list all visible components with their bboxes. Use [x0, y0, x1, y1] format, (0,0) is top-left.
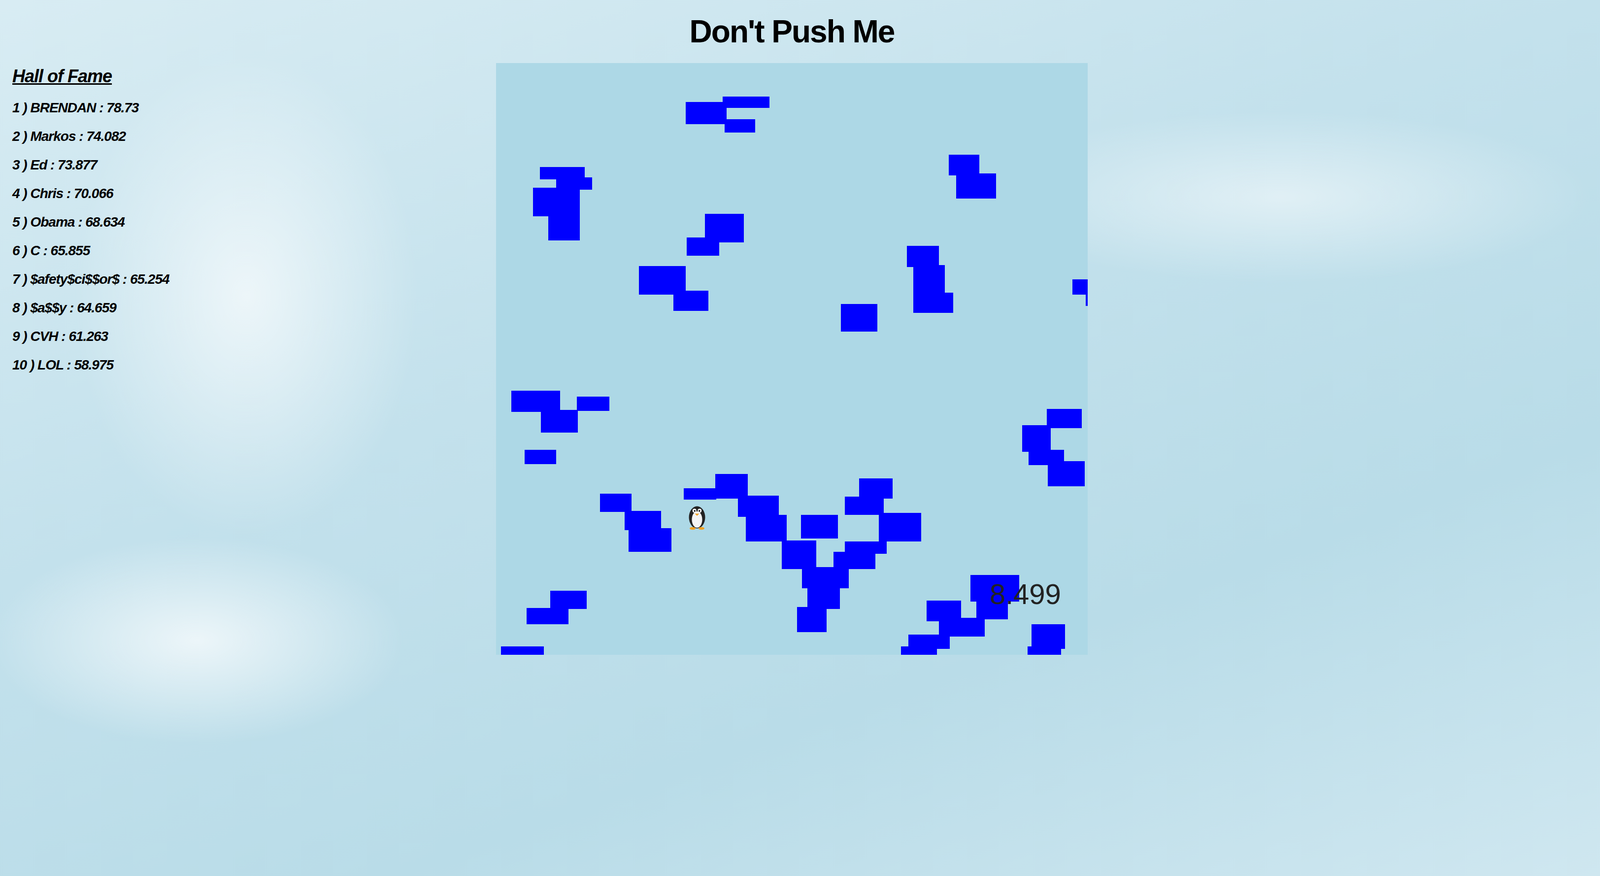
hall-of-fame-entry: 2 ) Markos : 74.082 [12, 122, 497, 151]
ice-block [1046, 408, 1082, 429]
ice-block [548, 213, 580, 241]
ice-block [807, 587, 840, 609]
hall-of-fame-heading: Hall of Fame [12, 66, 497, 87]
ice-block [576, 396, 610, 411]
ice-block [683, 488, 717, 500]
ice-block [722, 96, 770, 108]
penguin-icon[interactable] [682, 500, 712, 531]
ice-block [550, 590, 588, 609]
ice-block [781, 540, 817, 569]
ice-block [628, 528, 672, 552]
ice-block [913, 292, 954, 313]
ice-block [624, 510, 662, 531]
ice-block [913, 265, 945, 294]
hall-of-fame-entry: 9 ) CVH : 61.263 [12, 322, 497, 351]
ice-block [1047, 461, 1085, 487]
ice-block [737, 495, 779, 517]
ice-block [797, 606, 827, 633]
game-board[interactable]: 8.499 [496, 63, 1088, 655]
ice-block [511, 390, 561, 412]
ice-block [948, 154, 980, 175]
ice-block [956, 173, 997, 200]
ice-block [859, 478, 893, 499]
hall-of-fame-entry: 1 ) BRENDAN : 78.73 [12, 93, 497, 123]
ice-block [844, 541, 887, 554]
ice-block [500, 646, 544, 655]
game-title: Don't Push Me [689, 0, 895, 64]
ice-block [1022, 425, 1051, 452]
ice-block [745, 514, 787, 542]
hall-of-fame: Hall of Fame 1 ) BRENDAN : 78.732 ) Marko… [0, 0, 497, 876]
hall-of-fame-entry: 5 ) Obama : 68.634 [12, 207, 497, 237]
game-page: Hall of Fame 1 ) BRENDAN : 78.732 ) Marko… [0, 0, 1600, 876]
ice-block [878, 512, 922, 542]
ice-block [524, 449, 557, 465]
ice-block [724, 119, 756, 133]
ice-block [685, 101, 727, 125]
ice-block [840, 303, 878, 332]
ice-block [900, 646, 937, 655]
ice-block [526, 607, 569, 625]
hall-of-fame-entry: 10 ) LOL : 58.975 [12, 350, 497, 380]
hall-of-fame-entry: 4 ) Chris : 70.066 [12, 179, 497, 208]
ice-block [833, 551, 876, 569]
hall-of-fame-entry: 8 ) $a$$y : 64.659 [12, 293, 497, 323]
hall-of-fame-entry: 3 ) Ed : 73.877 [12, 150, 497, 180]
ice-block [540, 409, 578, 433]
hall-of-fame-entry: 7 ) $afety$ci$$or$ : 65.254 [12, 265, 497, 294]
game-area: Don't Push Me 8.499 [496, 0, 1088, 876]
ice-block [533, 187, 580, 217]
ice-block [844, 496, 884, 515]
ice-block [1085, 293, 1088, 306]
ice-block [715, 473, 748, 499]
ice-block [686, 237, 720, 256]
hall-of-fame-entry: 6 ) C : 65.855 [12, 236, 497, 266]
ice-block [673, 290, 708, 311]
ice-block [938, 617, 985, 636]
ice-block [1027, 646, 1062, 655]
timer: 8.499 [989, 578, 1062, 610]
ice-block [800, 514, 838, 539]
ice-block [1031, 624, 1066, 649]
ice-block [600, 493, 632, 512]
ice-block [801, 566, 849, 589]
ice-block [1072, 279, 1088, 295]
ice-block [906, 245, 939, 267]
